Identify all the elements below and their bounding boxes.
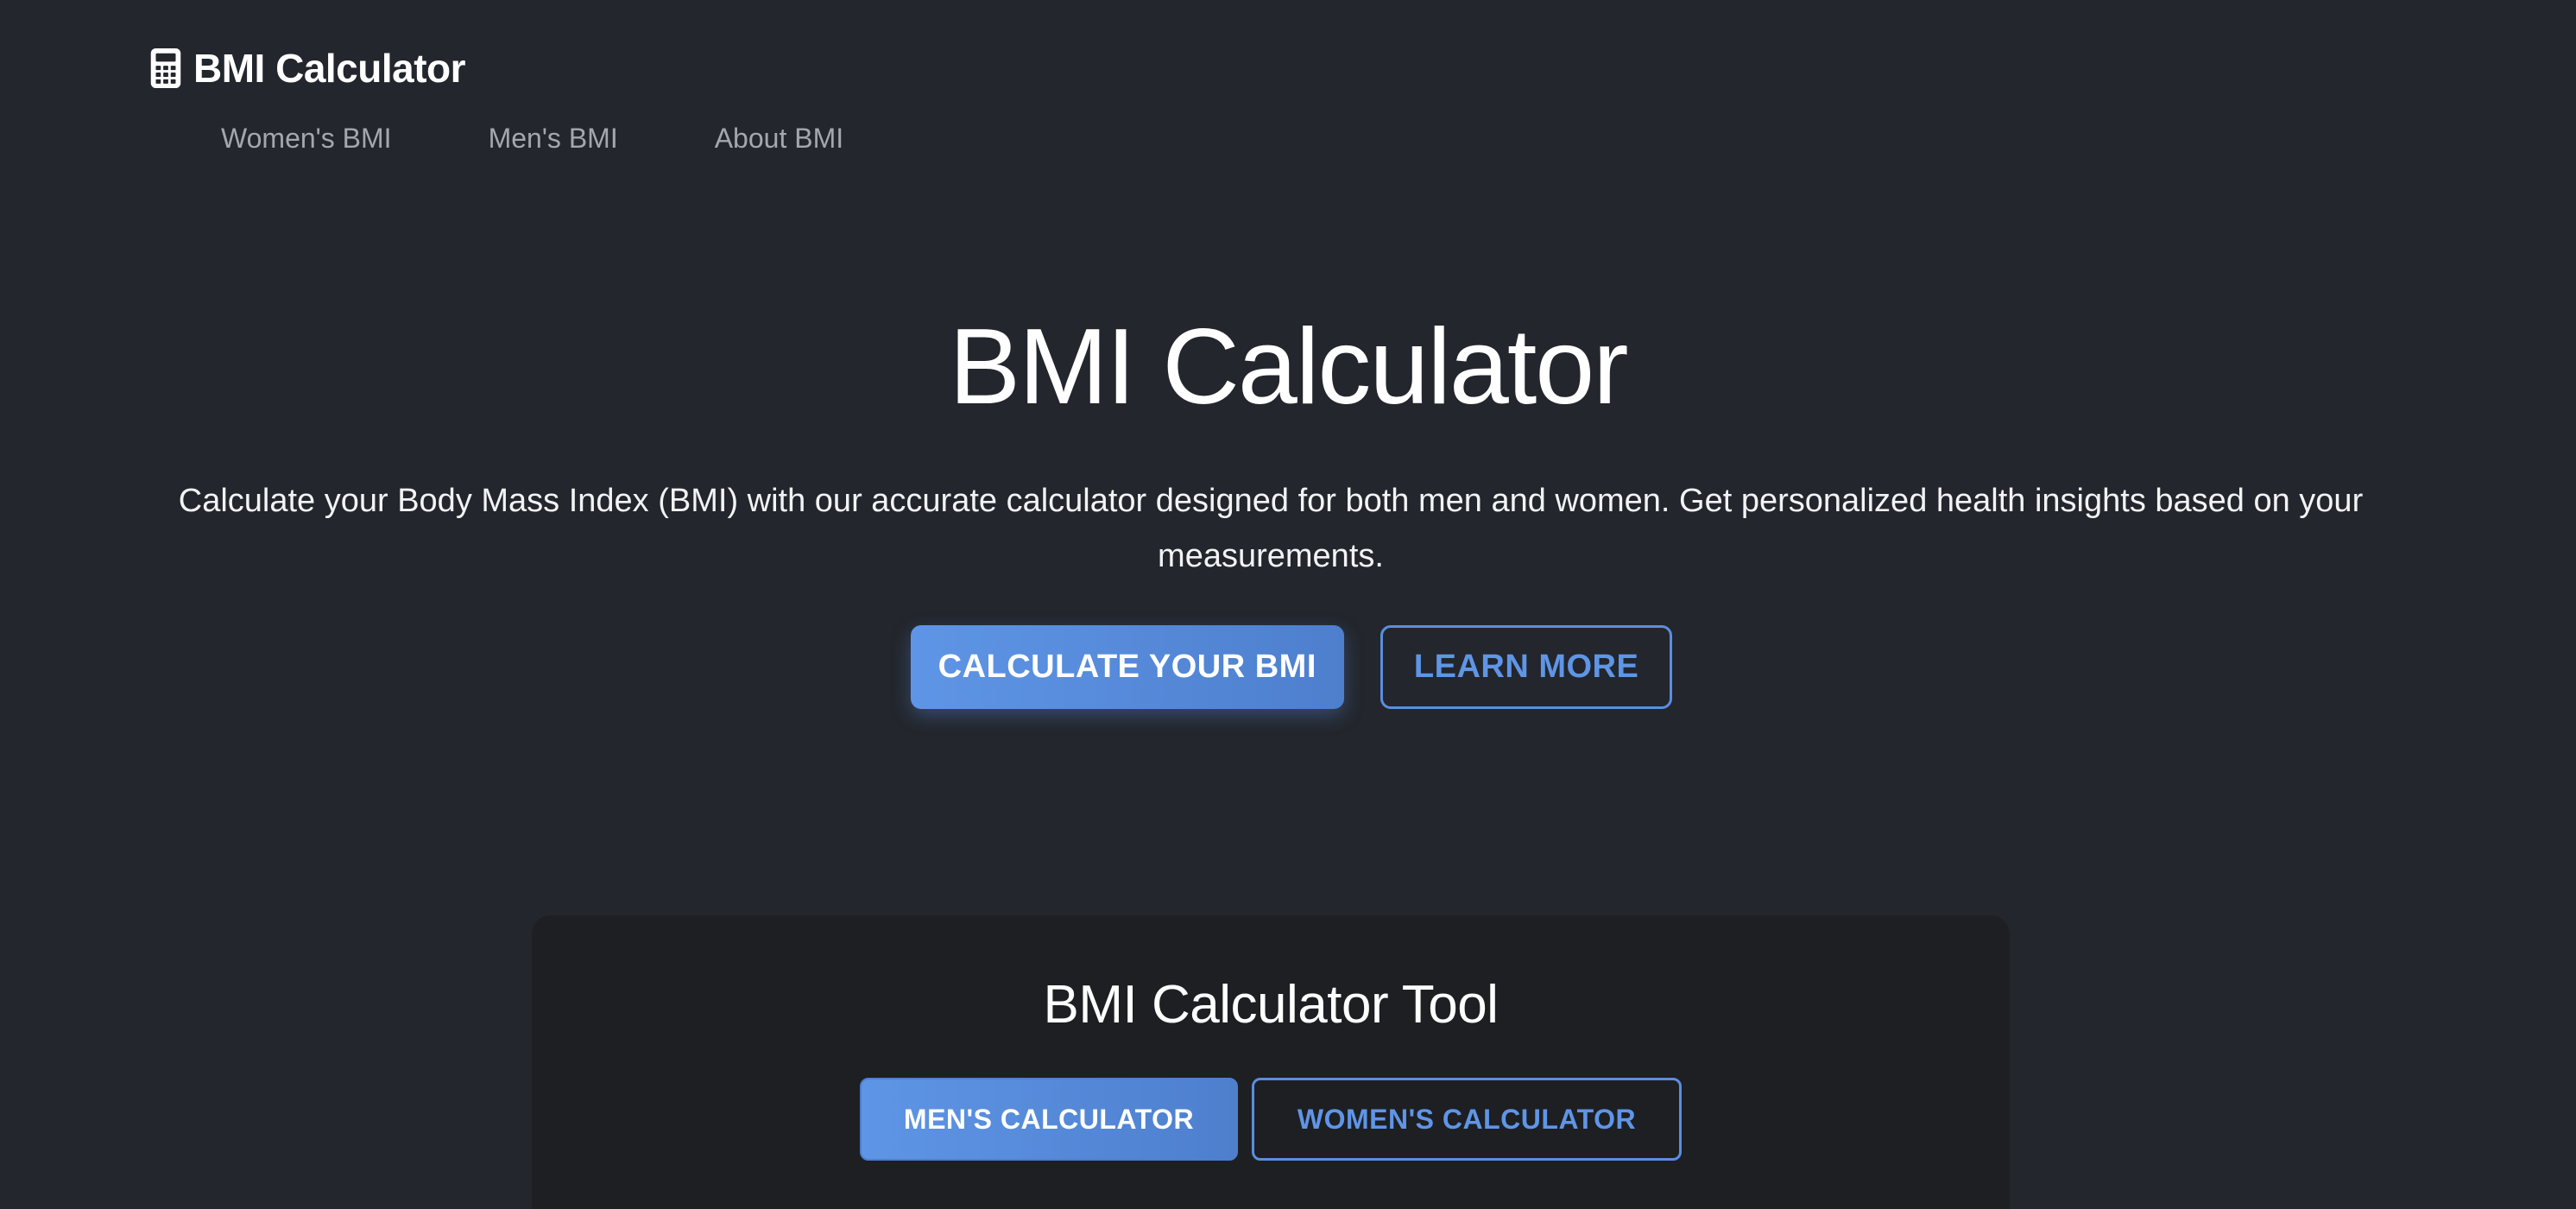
calculate-bmi-button[interactable]: CALCULATE YOUR BMI — [910, 625, 1344, 709]
bmi-tool-card: BMI Calculator Tool MEN'S CALCULATOR WOM… — [532, 915, 2010, 1209]
nav-link-mens-bmi[interactable]: Men's BMI — [489, 119, 618, 157]
tab-womens-calculator[interactable]: WOMEN'S CALCULATOR — [1252, 1078, 1682, 1161]
calculator-tabs: MEN'S CALCULATOR WOMEN'S CALCULATOR — [532, 1078, 2010, 1161]
hero-actions: CALCULATE YOUR BMI LEARN MORE — [0, 625, 2576, 709]
nav-link-womens-bmi[interactable]: Women's BMI — [221, 119, 392, 157]
hero-title: BMI Calculator — [949, 307, 1628, 427]
tool-title: BMI Calculator Tool — [1043, 975, 1499, 1035]
nav-link-about-bmi[interactable]: About BMI — [715, 119, 843, 157]
hero-subtitle: Calculate your Body Mass Index (BMI) wit… — [178, 483, 2364, 574]
tab-mens-calculator[interactable]: MEN'S CALCULATOR — [860, 1078, 1238, 1161]
main-nav: Women's BMI Men's BMI About BMI — [221, 119, 843, 157]
calculator-icon — [150, 48, 181, 88]
page: BMI Calculator Women's BMI Men's BMI Abo… — [0, 0, 2576, 1209]
learn-more-button[interactable]: LEARN MORE — [1380, 625, 1673, 709]
brand-title: BMI Calculator — [193, 46, 466, 91]
brand-logo-link[interactable]: BMI Calculator — [150, 45, 466, 92]
